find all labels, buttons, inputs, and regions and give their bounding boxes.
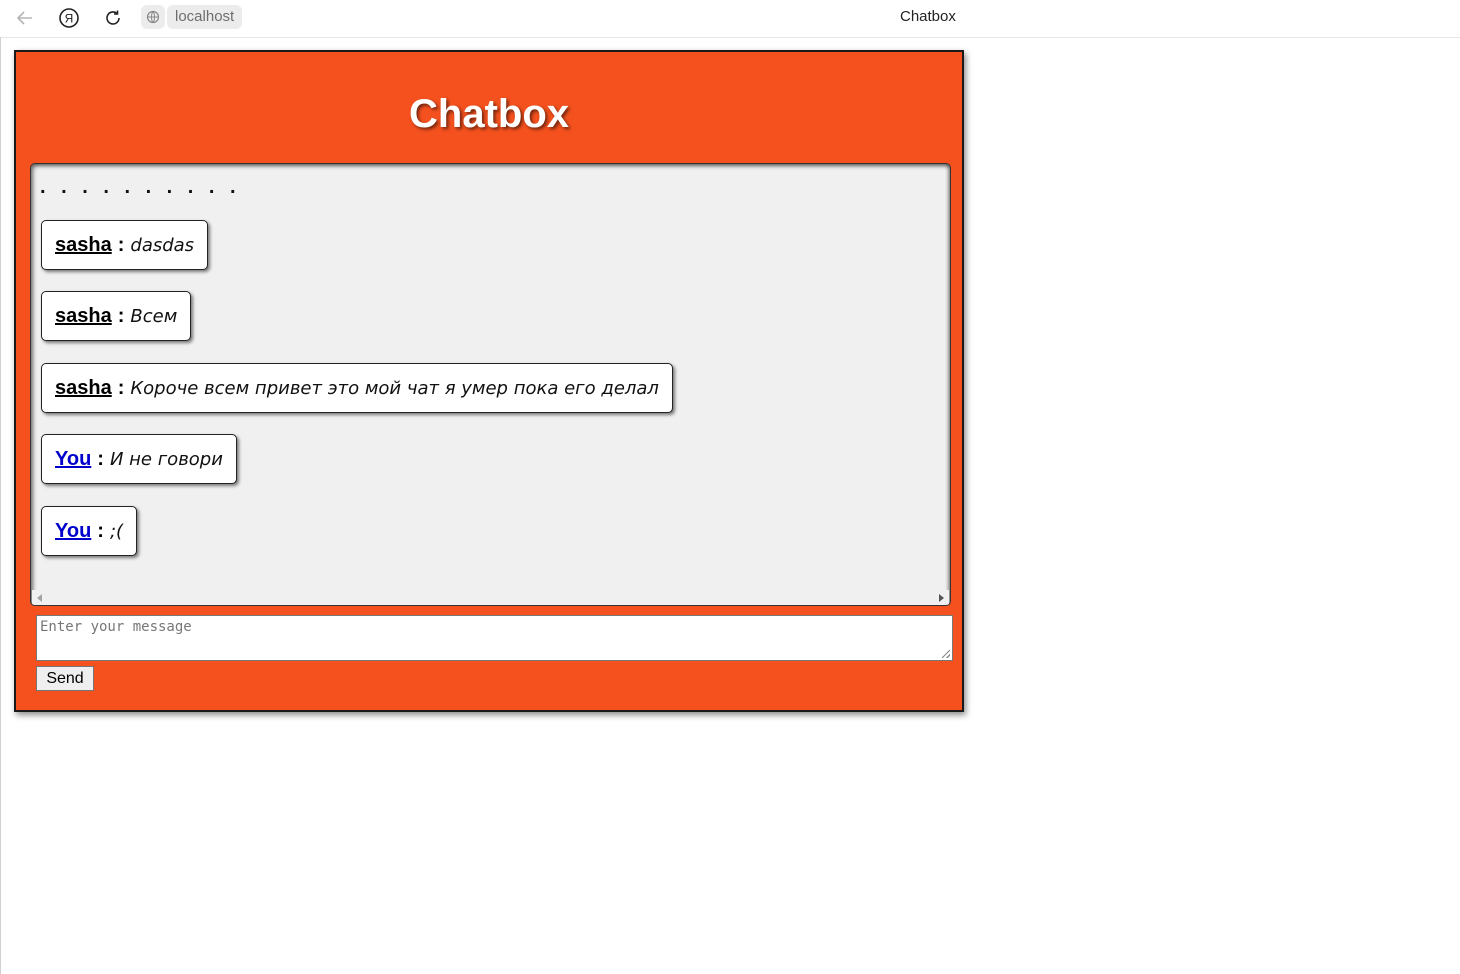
message-separator: : xyxy=(97,447,104,470)
url-text[interactable]: localhost xyxy=(167,5,243,29)
message-separator: : xyxy=(97,519,104,542)
message-text: Короче всем привет это мой чат я умер по… xyxy=(130,377,659,399)
scroll-right-icon[interactable] xyxy=(939,594,944,602)
message-item: You: ;( xyxy=(41,506,138,556)
dots-decoration: . . . . . . . . . . xyxy=(40,176,236,198)
yandex-icon[interactable]: Я xyxy=(56,5,82,31)
message-user[interactable]: sasha xyxy=(55,234,112,257)
message-text: ;( xyxy=(109,520,124,542)
scroll-left-icon[interactable] xyxy=(37,594,42,602)
address-bar[interactable]: localhost xyxy=(141,5,243,29)
message-user[interactable]: sasha xyxy=(55,305,112,328)
message-input[interactable] xyxy=(37,616,952,660)
message-separator: : xyxy=(117,233,125,256)
message-list[interactable]: . . . . . . . . . . sasha: dasdas sasha: В… xyxy=(30,163,951,606)
horizontal-scrollbar[interactable] xyxy=(32,590,949,605)
message-item: sasha: Короче всем привет это мой чат я у… xyxy=(41,363,673,413)
message-item: You: И не говори xyxy=(41,434,237,484)
message-user[interactable]: You xyxy=(55,520,91,543)
reload-icon[interactable] xyxy=(100,5,126,31)
browser-toolbar: Я localhost Chatbox xyxy=(0,0,1460,38)
message-user[interactable]: You xyxy=(55,448,91,471)
resize-grip-icon[interactable] xyxy=(942,650,950,658)
chat-title: Chatbox xyxy=(409,92,569,136)
chatbox-panel: Chatbox . . . . . . . . . . sasha: dasdas… xyxy=(14,50,964,712)
site-icon[interactable] xyxy=(141,5,165,29)
message-input-wrap xyxy=(36,615,953,661)
window-edge xyxy=(0,37,1,974)
message-text: Всем xyxy=(130,305,178,327)
message-user[interactable]: sasha xyxy=(55,377,112,400)
back-arrow-icon[interactable] xyxy=(12,5,38,31)
message-item: sasha: Всем xyxy=(41,291,192,341)
message-text: И не говори xyxy=(109,448,223,470)
message-text: dasdas xyxy=(130,234,195,256)
svg-text:Я: Я xyxy=(65,12,74,26)
message-item: sasha: dasdas xyxy=(41,220,209,270)
send-button[interactable]: Send xyxy=(36,666,94,691)
message-separator: : xyxy=(117,304,125,327)
tab-title: Chatbox xyxy=(900,8,956,25)
message-separator: : xyxy=(117,376,125,399)
